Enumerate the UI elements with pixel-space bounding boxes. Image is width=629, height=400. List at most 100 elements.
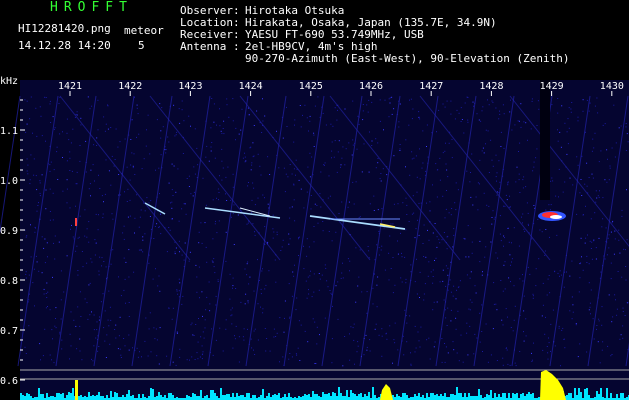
noise-dot bbox=[144, 210, 146, 212]
noise-dot bbox=[59, 333, 61, 335]
noise-dot bbox=[495, 154, 497, 156]
noise-dot bbox=[232, 285, 234, 287]
noise-dot bbox=[482, 147, 484, 149]
noise-dot bbox=[202, 315, 203, 317]
noise-dot bbox=[179, 348, 181, 350]
noise-dot bbox=[621, 209, 623, 211]
noise-dot bbox=[549, 236, 550, 238]
noise-dot bbox=[413, 157, 415, 159]
noise-dot bbox=[331, 157, 332, 159]
noise-dot bbox=[357, 341, 359, 343]
histogram-bar bbox=[514, 394, 516, 400]
noise-dot bbox=[506, 199, 508, 201]
noise-dot bbox=[289, 317, 291, 319]
noise-dot bbox=[210, 150, 212, 152]
noise-dot bbox=[542, 349, 544, 351]
noise-dot bbox=[221, 179, 223, 181]
noise-dot bbox=[458, 286, 460, 288]
noise-dot bbox=[342, 146, 344, 148]
noise-dot bbox=[202, 177, 204, 179]
noise-dot bbox=[415, 347, 417, 349]
noise-dot bbox=[369, 350, 371, 352]
histogram-bar bbox=[584, 389, 586, 400]
noise-dot bbox=[178, 220, 180, 222]
noise-dot bbox=[418, 111, 420, 113]
noise-dot bbox=[293, 183, 295, 185]
noise-dot bbox=[518, 173, 520, 175]
spectrogram: kHz 1.11.00.90.80.70.6 1421 1422 1423 1424 1… bbox=[0, 76, 629, 400]
noise-dot bbox=[408, 124, 410, 126]
noise-dot bbox=[50, 161, 52, 163]
noise-dot bbox=[209, 303, 211, 305]
noise-dot bbox=[24, 99, 26, 101]
histogram-bar bbox=[110, 391, 112, 400]
noise-dot bbox=[293, 168, 295, 170]
noise-dot bbox=[45, 307, 47, 309]
noise-dot bbox=[254, 354, 256, 355]
noise-dot bbox=[596, 325, 598, 326]
noise-dot bbox=[503, 245, 504, 247]
noise-dot bbox=[30, 96, 32, 98]
noise-dot bbox=[159, 327, 161, 329]
noise-dot bbox=[479, 159, 481, 161]
noise-dot bbox=[246, 223, 248, 225]
histogram-bar bbox=[436, 394, 438, 400]
noise-dot bbox=[262, 120, 264, 122]
noise-dot bbox=[522, 213, 524, 215]
noise-dot bbox=[439, 242, 441, 244]
noise-dot bbox=[246, 274, 248, 276]
noise-dot bbox=[344, 108, 346, 110]
noise-dot bbox=[399, 150, 401, 151]
noise-dot bbox=[149, 216, 151, 217]
noise-dot bbox=[80, 117, 82, 119]
noise-dot bbox=[296, 354, 298, 356]
histogram-bar bbox=[352, 393, 354, 400]
noise-dot bbox=[320, 171, 322, 173]
noise-dot bbox=[379, 99, 381, 101]
noise-dot bbox=[49, 188, 51, 190]
noise-dot bbox=[515, 365, 517, 367]
noise-dot bbox=[139, 216, 141, 218]
noise-dot bbox=[215, 339, 217, 341]
noise-dot bbox=[117, 146, 119, 148]
noise-dot bbox=[601, 226, 603, 228]
noise-dot bbox=[222, 350, 224, 352]
noise-dot bbox=[493, 282, 495, 284]
noise-dot bbox=[313, 226, 315, 227]
noise-dot bbox=[522, 187, 524, 189]
noise-dot bbox=[444, 343, 445, 344]
histogram-bar bbox=[328, 393, 330, 400]
noise-dot bbox=[331, 338, 333, 340]
noise-dot bbox=[219, 125, 221, 127]
noise-dot bbox=[598, 320, 600, 322]
noise-dot bbox=[288, 243, 290, 245]
noise-dot bbox=[518, 245, 520, 247]
noise-dot bbox=[85, 171, 87, 173]
noise-dot bbox=[310, 195, 312, 196]
noise-dot bbox=[160, 213, 162, 215]
noise-dot bbox=[481, 110, 483, 112]
noise-dot bbox=[25, 273, 27, 275]
histogram-bar bbox=[254, 395, 256, 400]
noise-dot bbox=[308, 246, 310, 248]
noise-dot bbox=[212, 199, 214, 201]
noise-dot bbox=[139, 351, 140, 353]
noise-dot bbox=[611, 147, 613, 149]
noise-dot bbox=[331, 141, 333, 143]
histogram-bar bbox=[360, 393, 362, 400]
noise-dot bbox=[601, 349, 603, 351]
noise-dot bbox=[262, 268, 263, 270]
noise-dot bbox=[420, 202, 422, 204]
noise-dot bbox=[556, 234, 558, 236]
noise-dot bbox=[138, 226, 140, 228]
noise-dot bbox=[198, 266, 200, 268]
noise-dot bbox=[379, 178, 381, 180]
noise-dot bbox=[35, 175, 37, 177]
noise-dot bbox=[99, 188, 101, 189]
noise-dot bbox=[39, 195, 41, 197]
noise-dot bbox=[619, 338, 621, 340]
noise-dot bbox=[62, 190, 64, 192]
noise-dot bbox=[334, 107, 336, 109]
noise-dot bbox=[329, 290, 331, 291]
noise-dot bbox=[188, 260, 190, 262]
